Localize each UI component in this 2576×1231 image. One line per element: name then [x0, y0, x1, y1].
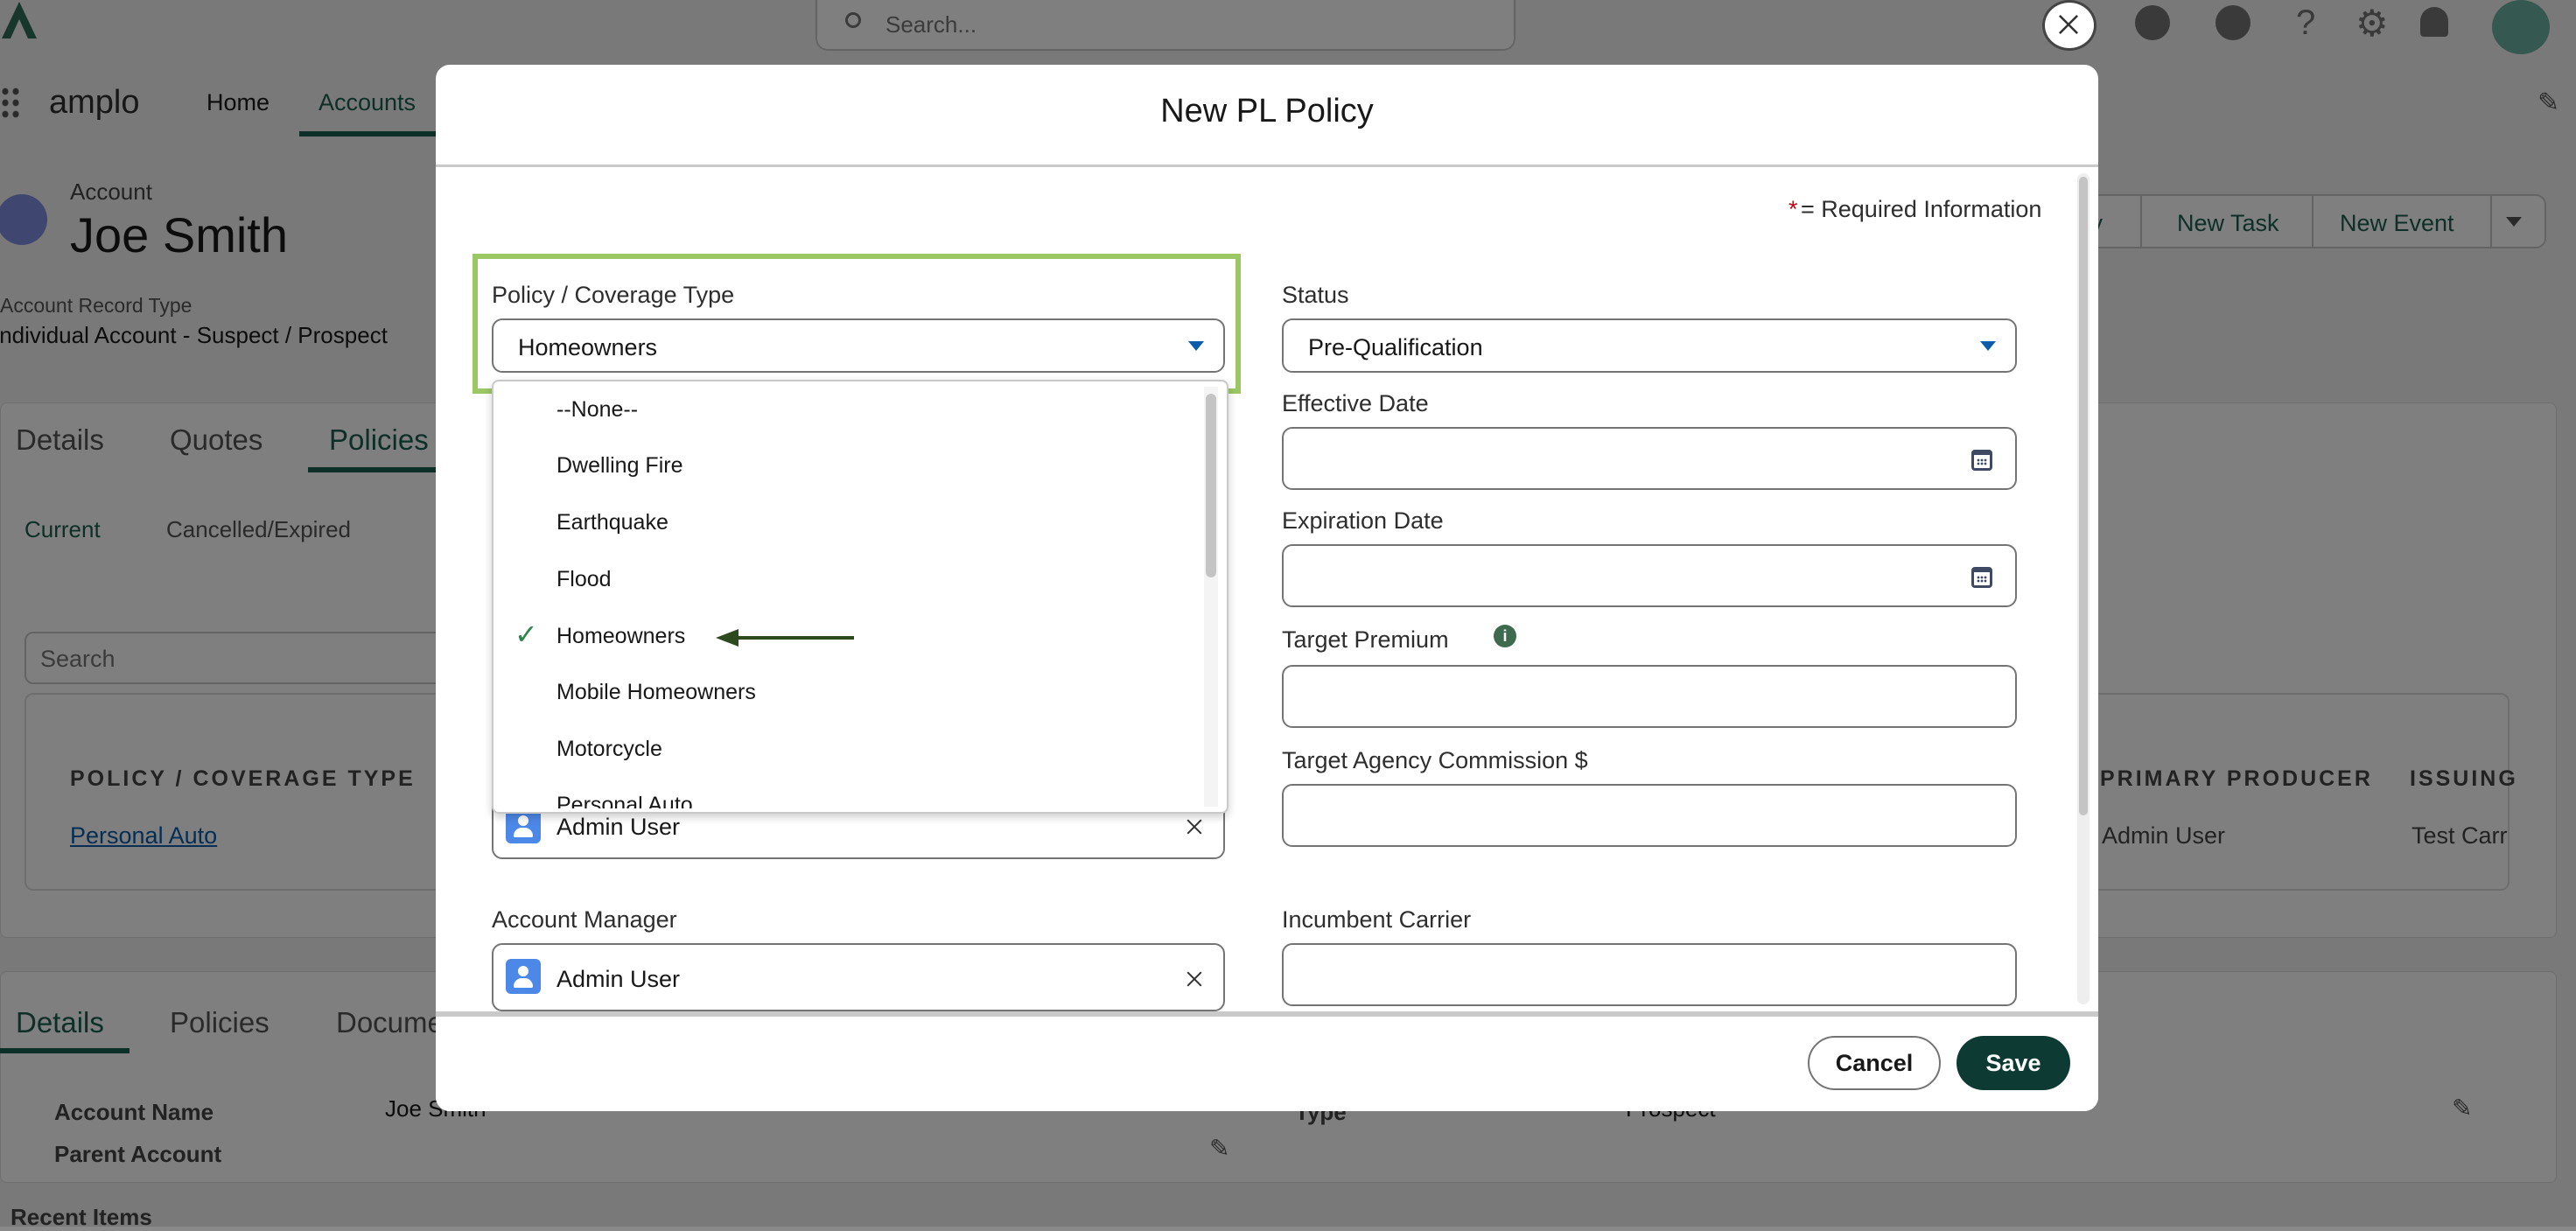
policy-coverage-type-select[interactable]: Homeowners: [492, 318, 1225, 373]
status-select[interactable]: Pre-Qualification: [1282, 318, 2017, 373]
info-icon[interactable]: i: [1494, 625, 1516, 647]
option-none[interactable]: --None--: [556, 397, 638, 423]
target-premium-label: Target Premium: [1282, 626, 1449, 653]
modal-scrollbar[interactable]: [2077, 173, 2090, 1004]
save-button[interactable]: Save: [1956, 1036, 2070, 1090]
policy-coverage-type-label: Policy / Coverage Type: [492, 282, 735, 308]
modal-title: New PL Policy: [1160, 93, 1374, 129]
required-star: *: [1788, 196, 1798, 222]
option-personal-auto[interactable]: Personal Auto: [556, 793, 693, 808]
clear-selection-icon[interactable]: [1185, 817, 1204, 836]
expiration-date-label: Expiration Date: [1282, 507, 1444, 534]
status-label: Status: [1282, 282, 1349, 308]
save-button-label: Save: [1985, 1050, 2041, 1076]
calendar-icon[interactable]: [1971, 567, 1992, 588]
check-icon: ✓: [514, 619, 538, 650]
status-value: Pre-Qualification: [1308, 334, 1483, 360]
cancel-button[interactable]: Cancel: [1808, 1036, 1941, 1090]
modal-header-divider: [436, 164, 2098, 167]
user-icon: [506, 959, 541, 994]
close-icon: [2056, 12, 2082, 38]
effective-date-input[interactable]: [1282, 427, 2017, 490]
user-icon: [506, 808, 541, 843]
expiration-date-input[interactable]: [1282, 544, 2017, 607]
chevron-down-icon: [1188, 341, 1204, 351]
required-info-text: = Required Information: [1801, 196, 2042, 222]
clear-selection-icon[interactable]: [1185, 969, 1204, 989]
incumbent-carrier-label: Incumbent Carrier: [1282, 906, 1472, 933]
account-manager-value: Admin User: [556, 966, 681, 992]
account-manager-lookup[interactable]: Admin User: [492, 943, 1225, 1011]
producer-value: Admin User: [556, 814, 681, 840]
policy-coverage-type-value: Homeowners: [518, 334, 658, 360]
target-commission-label: Target Agency Commission $: [1282, 747, 1588, 773]
target-premium-input[interactable]: [1282, 665, 2017, 728]
option-earthquake[interactable]: Earthquake: [556, 510, 668, 535]
option-homeowners[interactable]: Homeowners: [556, 624, 685, 649]
option-dwelling-fire[interactable]: Dwelling Fire: [556, 453, 682, 479]
option-motorcycle[interactable]: Motorcycle: [556, 737, 662, 762]
effective-date-label: Effective Date: [1282, 390, 1429, 416]
target-commission-input[interactable]: [1282, 784, 2017, 847]
incumbent-carrier-input[interactable]: [1282, 943, 2017, 1006]
account-manager-label: Account Manager: [492, 906, 677, 933]
option-flood[interactable]: Flood: [556, 567, 612, 592]
annotation-arrow: [716, 625, 856, 651]
close-modal-button[interactable]: [2042, 0, 2096, 51]
listbox-scrollbar-thumb[interactable]: [1206, 394, 1216, 577]
modal-scrollbar-thumb[interactable]: [2079, 177, 2088, 815]
option-mobile-homeowners[interactable]: Mobile Homeowners: [556, 680, 756, 705]
cancel-button-label: Cancel: [1835, 1050, 1914, 1076]
calendar-icon[interactable]: [1971, 450, 1992, 471]
chevron-down-icon: [1980, 341, 1996, 351]
